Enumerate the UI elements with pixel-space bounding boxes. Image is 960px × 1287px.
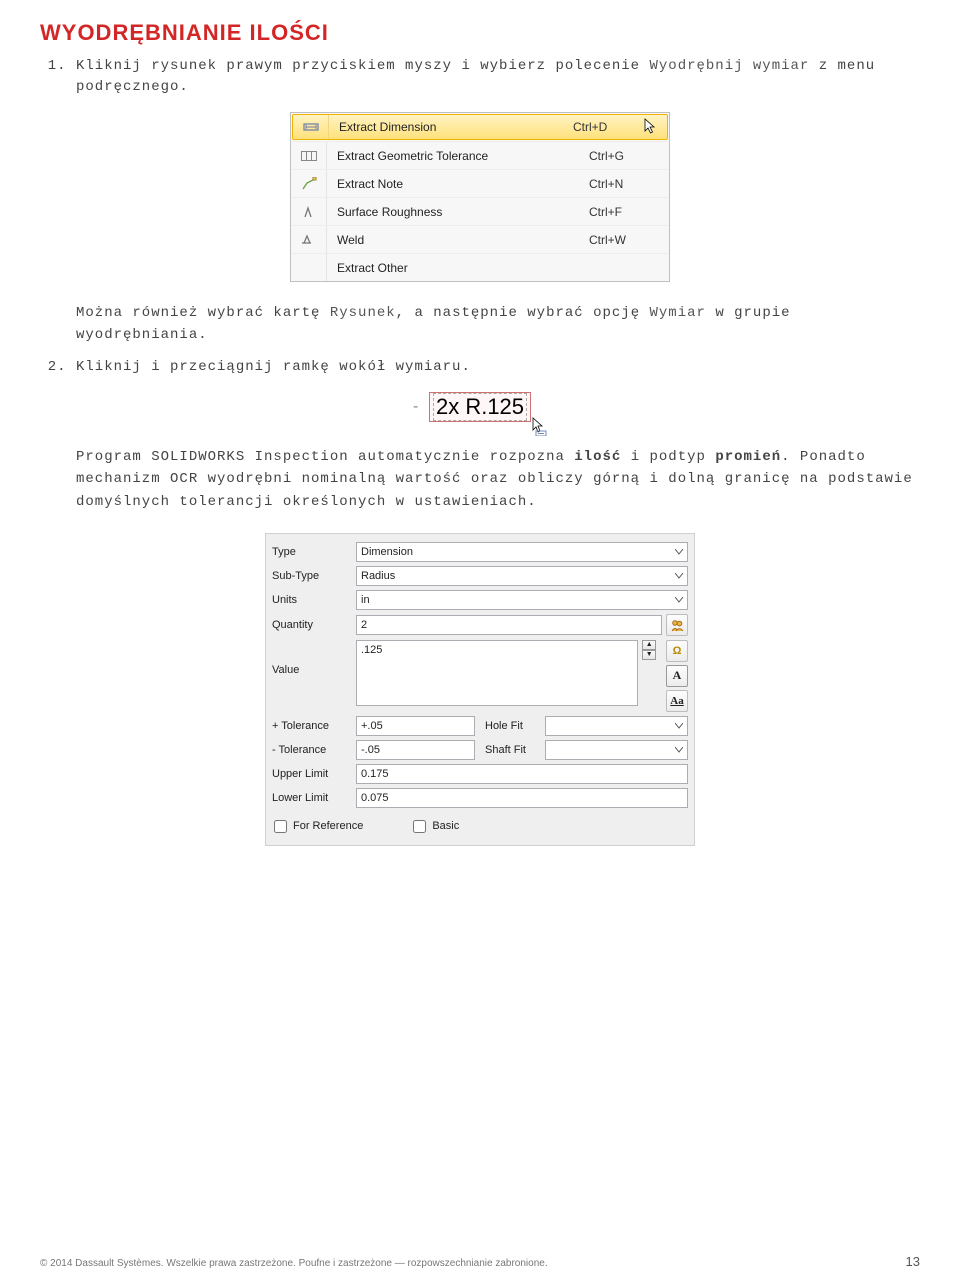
menu-item-extract-geometric-tolerance[interactable]: Extract Geometric Tolerance Ctrl+G (291, 141, 669, 169)
subtype-label: Sub-Type (272, 570, 356, 582)
menu-label: Extract Geometric Tolerance (327, 149, 589, 163)
minus-tol-label: - Tolerance (272, 744, 356, 756)
menu-item-extract-note[interactable]: Extract Note Ctrl+N (291, 169, 669, 197)
basic-check[interactable] (413, 820, 426, 833)
lower-limit-label: Lower Limit (272, 792, 356, 804)
minus-tol-input[interactable]: -.05 (356, 740, 475, 760)
dash-decor: - (413, 398, 418, 416)
footer-page-number: 13 (906, 1254, 920, 1269)
menu-shortcut: Ctrl+F (589, 205, 669, 219)
properties-panel: Type Dimension Sub-Type Radius Units (265, 533, 695, 846)
selection-text: 2x R.125 (433, 393, 527, 421)
selection-box[interactable]: 2x R.125 (429, 392, 531, 422)
shaft-fit-combo[interactable] (545, 740, 688, 760)
quantity-value: 2 (361, 619, 367, 631)
text: , a następnie wybrać opcję (396, 305, 650, 321)
plus-tol-value: +.05 (361, 720, 383, 732)
menu-shortcut: Ctrl+D (573, 120, 653, 134)
menu-shortcut: Ctrl+N (589, 177, 669, 191)
value-textarea[interactable]: .125 (356, 640, 638, 706)
plus-tol-input[interactable]: +.05 (356, 716, 475, 736)
chevron-down-icon (675, 722, 683, 730)
cursor-icon (643, 118, 657, 139)
units-value: in (361, 594, 370, 606)
ui-wymiar: Wymiar (650, 305, 706, 321)
step-1: Kliknij rysunek prawym przyciskiem myszy… (76, 56, 920, 98)
minus-tol-value: -.05 (361, 744, 380, 756)
hole-fit-combo[interactable] (545, 716, 688, 736)
selection-figure: - 2x R.125 (405, 392, 555, 422)
value-spinner[interactable]: ▲▼ (642, 640, 656, 660)
basic-label: Basic (432, 820, 459, 832)
subtype-value: Radius (361, 570, 395, 582)
menu-item-extract-other[interactable]: Extract Other (291, 253, 669, 281)
units-combo[interactable]: in (356, 590, 688, 610)
context-menu: Extract Dimension Ctrl+D Extract Geometr… (290, 112, 670, 282)
value-value: .125 (361, 644, 382, 656)
chevron-down-icon (675, 572, 683, 580)
text: i podtyp (621, 449, 715, 465)
page-title: WYODRĘBNIANIE ILOŚCI (40, 20, 920, 46)
menu-shortcut: Ctrl+W (589, 233, 669, 247)
basic-checkbox[interactable]: Basic (413, 820, 459, 833)
menu-shortcut: Ctrl+G (589, 149, 669, 163)
extract-dimension-icon (293, 115, 329, 139)
dimension-cursor-icon (530, 416, 548, 439)
empty-icon (291, 254, 327, 281)
footer-copyright: © 2014 Dassault Systèmes. Wszelkie prawa… (40, 1258, 548, 1269)
geometric-tolerance-icon (291, 142, 327, 169)
menu-label: Extract Note (327, 177, 589, 191)
subtype-combo[interactable]: Radius (356, 566, 688, 586)
lower-limit-input[interactable]: 0.075 (356, 788, 688, 808)
note-icon (291, 170, 327, 197)
for-reference-checkbox[interactable]: For Reference (274, 820, 363, 833)
shaft-fit-label: Shaft Fit (485, 744, 545, 756)
plus-tol-label: + Tolerance (272, 720, 356, 732)
step-2: Kliknij i przeciągnij ramkę wokół wymiar… (76, 357, 920, 378)
upper-limit-label: Upper Limit (272, 768, 356, 780)
menu-item-weld[interactable]: Weld Ctrl+W (291, 225, 669, 253)
step1-ui: Wyodrębnij wymiar (649, 58, 809, 74)
omega-button[interactable]: Ω (666, 640, 688, 662)
chevron-down-icon (675, 548, 683, 556)
chevron-down-icon (675, 746, 683, 754)
menu-label: Weld (327, 233, 589, 247)
units-label: Units (272, 594, 356, 606)
text: Program SOLIDWORKS Inspection automatycz… (76, 449, 574, 465)
weld-icon (291, 226, 327, 253)
type-combo[interactable]: Dimension (356, 542, 688, 562)
for-reference-check[interactable] (274, 820, 287, 833)
quantity-users-icon[interactable] (666, 614, 688, 636)
bold-ilosc: ilość (574, 449, 621, 465)
style-aa-button[interactable]: Aa (666, 690, 688, 712)
page-footer: © 2014 Dassault Systèmes. Wszelkie prawa… (40, 1254, 920, 1269)
text: Można również wybrać kartę (76, 305, 330, 321)
step1-pre: Kliknij rysunek prawym przyciskiem myszy… (76, 58, 649, 74)
paragraph-after-menu: Można również wybrać kartę Rysunek, a na… (76, 302, 920, 347)
for-reference-label: For Reference (293, 820, 363, 832)
style-a-button[interactable]: A (666, 665, 688, 687)
type-value: Dimension (361, 546, 413, 558)
hole-fit-label: Hole Fit (485, 720, 545, 732)
menu-label: Extract Dimension (329, 120, 573, 134)
menu-item-surface-roughness[interactable]: Surface Roughness Ctrl+F (291, 197, 669, 225)
upper-limit-input[interactable]: 0.175 (356, 764, 688, 784)
quantity-input[interactable]: 2 (356, 615, 662, 635)
ui-rysunek: Rysunek (330, 305, 396, 321)
type-label: Type (272, 546, 356, 558)
menu-label: Extract Other (327, 261, 589, 275)
quantity-label: Quantity (272, 619, 356, 631)
paragraph-after-selection: Program SOLIDWORKS Inspection automatycz… (76, 446, 920, 513)
chevron-down-icon (675, 596, 683, 604)
bold-promien: promień (715, 449, 781, 465)
menu-item-extract-dimension[interactable]: Extract Dimension Ctrl+D (292, 114, 668, 140)
lower-limit-value: 0.075 (361, 792, 389, 804)
menu-label: Surface Roughness (327, 205, 589, 219)
upper-limit-value: 0.175 (361, 768, 389, 780)
surface-roughness-icon (291, 198, 327, 225)
value-label: Value (272, 640, 356, 676)
